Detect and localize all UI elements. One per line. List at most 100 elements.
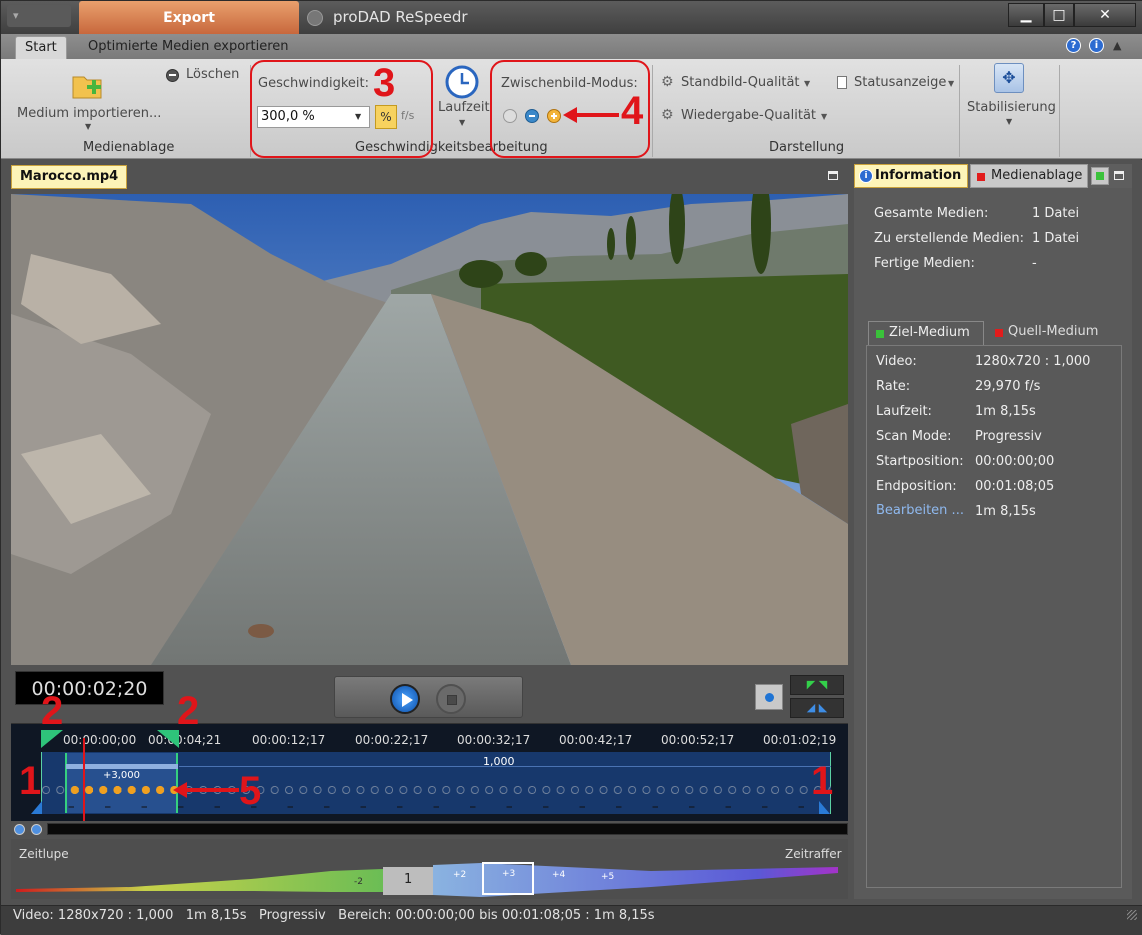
- status-text: Video: 1280x720 : 1,000 1m 8,15s Progres…: [13, 908, 655, 923]
- maximize-panel-icon[interactable]: [828, 171, 838, 180]
- timeline[interactable]: 00:00:00;00 00:00:04;21 00:00:12;17 00:0…: [11, 723, 848, 821]
- speed-step-label: +4: [552, 870, 566, 880]
- close-button[interactable]: ✕: [1074, 3, 1136, 27]
- playback-quality-button[interactable]: ⚙ Wiedergabe-Qualität ▼: [661, 107, 831, 127]
- chevron-down-icon: ▼: [459, 118, 466, 127]
- info-label: Fertige Medien:: [874, 256, 975, 271]
- runtime-button[interactable]: Laufzeit ▼: [435, 63, 490, 135]
- marker-row: [53, 803, 823, 811]
- app-menu-button[interactable]: ▾: [7, 5, 71, 27]
- video-frame-image: [11, 194, 848, 665]
- speed-curve-graphic: [16, 862, 838, 897]
- detail-value: 00:00:00;00: [975, 454, 1055, 469]
- info-icon[interactable]: i: [1089, 38, 1104, 53]
- tab-target-media[interactable]: Ziel-Medium: [868, 321, 984, 345]
- play-button[interactable]: [390, 684, 420, 714]
- info-value: -: [1032, 256, 1037, 271]
- help-icon[interactable]: ?: [1066, 38, 1081, 53]
- stop-button[interactable]: [436, 684, 466, 714]
- group-label-display: Darstellung: [769, 140, 845, 155]
- record-toggle-button[interactable]: [755, 684, 783, 710]
- segment-end-handle[interactable]: [157, 730, 179, 748]
- chevron-down-icon: ▼: [804, 79, 811, 88]
- zoom-in-icon[interactable]: [14, 824, 25, 835]
- status-display-button[interactable]: Statusanzeige ▼: [835, 74, 960, 94]
- delete-button[interactable]: Löschen: [166, 66, 246, 86]
- red-square-icon: [977, 173, 985, 181]
- stabilize-label: Stabilisierung: [967, 100, 1056, 115]
- runtime-label: Laufzeit: [438, 100, 490, 115]
- tab-start[interactable]: Start: [15, 36, 67, 59]
- detail-label: Video:: [876, 354, 917, 369]
- minimize-button[interactable]: ▁: [1008, 3, 1044, 27]
- maximize-panel-icon[interactable]: [1114, 171, 1124, 180]
- detail-label: Laufzeit:: [876, 404, 932, 419]
- app-logo-icon: [307, 10, 323, 26]
- transport-controls: [334, 676, 523, 718]
- segment-speed-label: +3,000: [103, 770, 141, 781]
- tick-label: 00:00:22;17: [355, 733, 429, 747]
- import-media-button[interactable]: Medium importieren... ▼: [13, 65, 161, 137]
- detail-label: Endposition:: [876, 479, 957, 494]
- tick-label: 00:00:32;17: [457, 733, 531, 747]
- playback-quality-label: Wiedergabe-Qualität: [681, 108, 817, 123]
- annotation-arrow: [173, 782, 239, 798]
- status-bar: Video: 1280x720 : 1,000 1m 8,15s Progres…: [1, 905, 1142, 935]
- annotation-number: 2: [41, 689, 64, 733]
- tick-label: 00:00:00;00: [63, 733, 137, 747]
- maximize-button[interactable]: □: [1044, 3, 1074, 27]
- app-title: proDAD ReSpeedr: [333, 8, 468, 26]
- detail-value: 1m 8,15s: [975, 404, 1036, 419]
- detail-value: 29,970 f/s: [975, 379, 1041, 394]
- details-box: [866, 345, 1122, 888]
- info-panel: i Information Medienablage Gesamte Medie…: [854, 164, 1132, 899]
- info-icon: i: [859, 169, 873, 183]
- collapse-ribbon-icon[interactable]: ▲: [1113, 39, 1121, 52]
- red-square-icon: [995, 329, 1003, 337]
- panel-toggle-button[interactable]: [1091, 167, 1109, 185]
- annotation-number: 2: [177, 689, 200, 733]
- title-bar: ▾ Export proDAD ReSpeedr ▁ □ ✕: [1, 1, 1142, 35]
- clock-icon: [445, 65, 479, 99]
- edit-link[interactable]: Bearbeiten ...: [876, 503, 964, 518]
- zoom-in-arrows-button[interactable]: ◤ ◥: [790, 675, 844, 695]
- file-tab[interactable]: Marocco.mp4: [11, 165, 128, 189]
- still-quality-button[interactable]: ⚙ Standbild-Qualität ▼: [661, 74, 811, 94]
- resize-grip-icon[interactable]: [1127, 910, 1137, 920]
- tick-label: 00:01:02;19: [763, 733, 837, 747]
- annotation-number: 1: [811, 759, 834, 803]
- tab-source-media[interactable]: Quell-Medium: [988, 321, 1118, 345]
- tab-export-media[interactable]: Optimierte Medien exportieren: [79, 36, 298, 59]
- timeline-scrollbar[interactable]: [47, 823, 848, 835]
- speed-step-label: -2: [354, 877, 363, 887]
- info-label: Zu erstellende Medien:: [874, 231, 1025, 246]
- tab-media-library[interactable]: Medienablage: [970, 164, 1088, 188]
- chevron-down-icon: ▼: [85, 122, 92, 131]
- import-media-label: Medium importieren...: [17, 106, 162, 121]
- keyframe-dots: [70, 785, 180, 795]
- tab-media-label: Medienablage: [991, 168, 1083, 183]
- annotation-box-speed: [250, 60, 433, 158]
- ribbon-tab-bar: Start Optimierte Medien exportieren ? i …: [1, 34, 1142, 59]
- export-tab[interactable]: Export: [79, 1, 299, 35]
- annotation-number: 5: [239, 769, 262, 813]
- detail-label: Rate:: [876, 379, 911, 394]
- tick-label: 00:00:42;17: [559, 733, 633, 747]
- speed-step-label: 1: [404, 872, 413, 887]
- zoom-out-icon[interactable]: [31, 824, 42, 835]
- time-lapse-label: Zeitraffer: [785, 847, 842, 861]
- chevron-down-icon: ▼: [948, 79, 955, 88]
- info-value: 1 Datei: [1032, 231, 1080, 246]
- video-preview: [11, 194, 848, 665]
- stabilize-button[interactable]: ✥ Stabilisierung ▼: [963, 63, 1056, 137]
- tab-information[interactable]: i Information: [854, 164, 968, 188]
- zoom-out-arrows-button[interactable]: ◢ ◣: [790, 698, 844, 718]
- speed-curve-bar[interactable]: Zeitlupe Zeitraffer -2 1 +2 +3 +4 +5: [11, 839, 848, 899]
- delete-label: Löschen: [186, 67, 240, 82]
- stabilize-icon: ✥: [994, 63, 1024, 93]
- gear-icon: ⚙: [661, 74, 674, 90]
- tick-label: 00:00:52;17: [661, 733, 735, 747]
- source-media-label: Quell-Medium: [1008, 324, 1099, 339]
- green-square-icon: [876, 330, 884, 338]
- still-quality-label: Standbild-Qualität: [681, 75, 800, 90]
